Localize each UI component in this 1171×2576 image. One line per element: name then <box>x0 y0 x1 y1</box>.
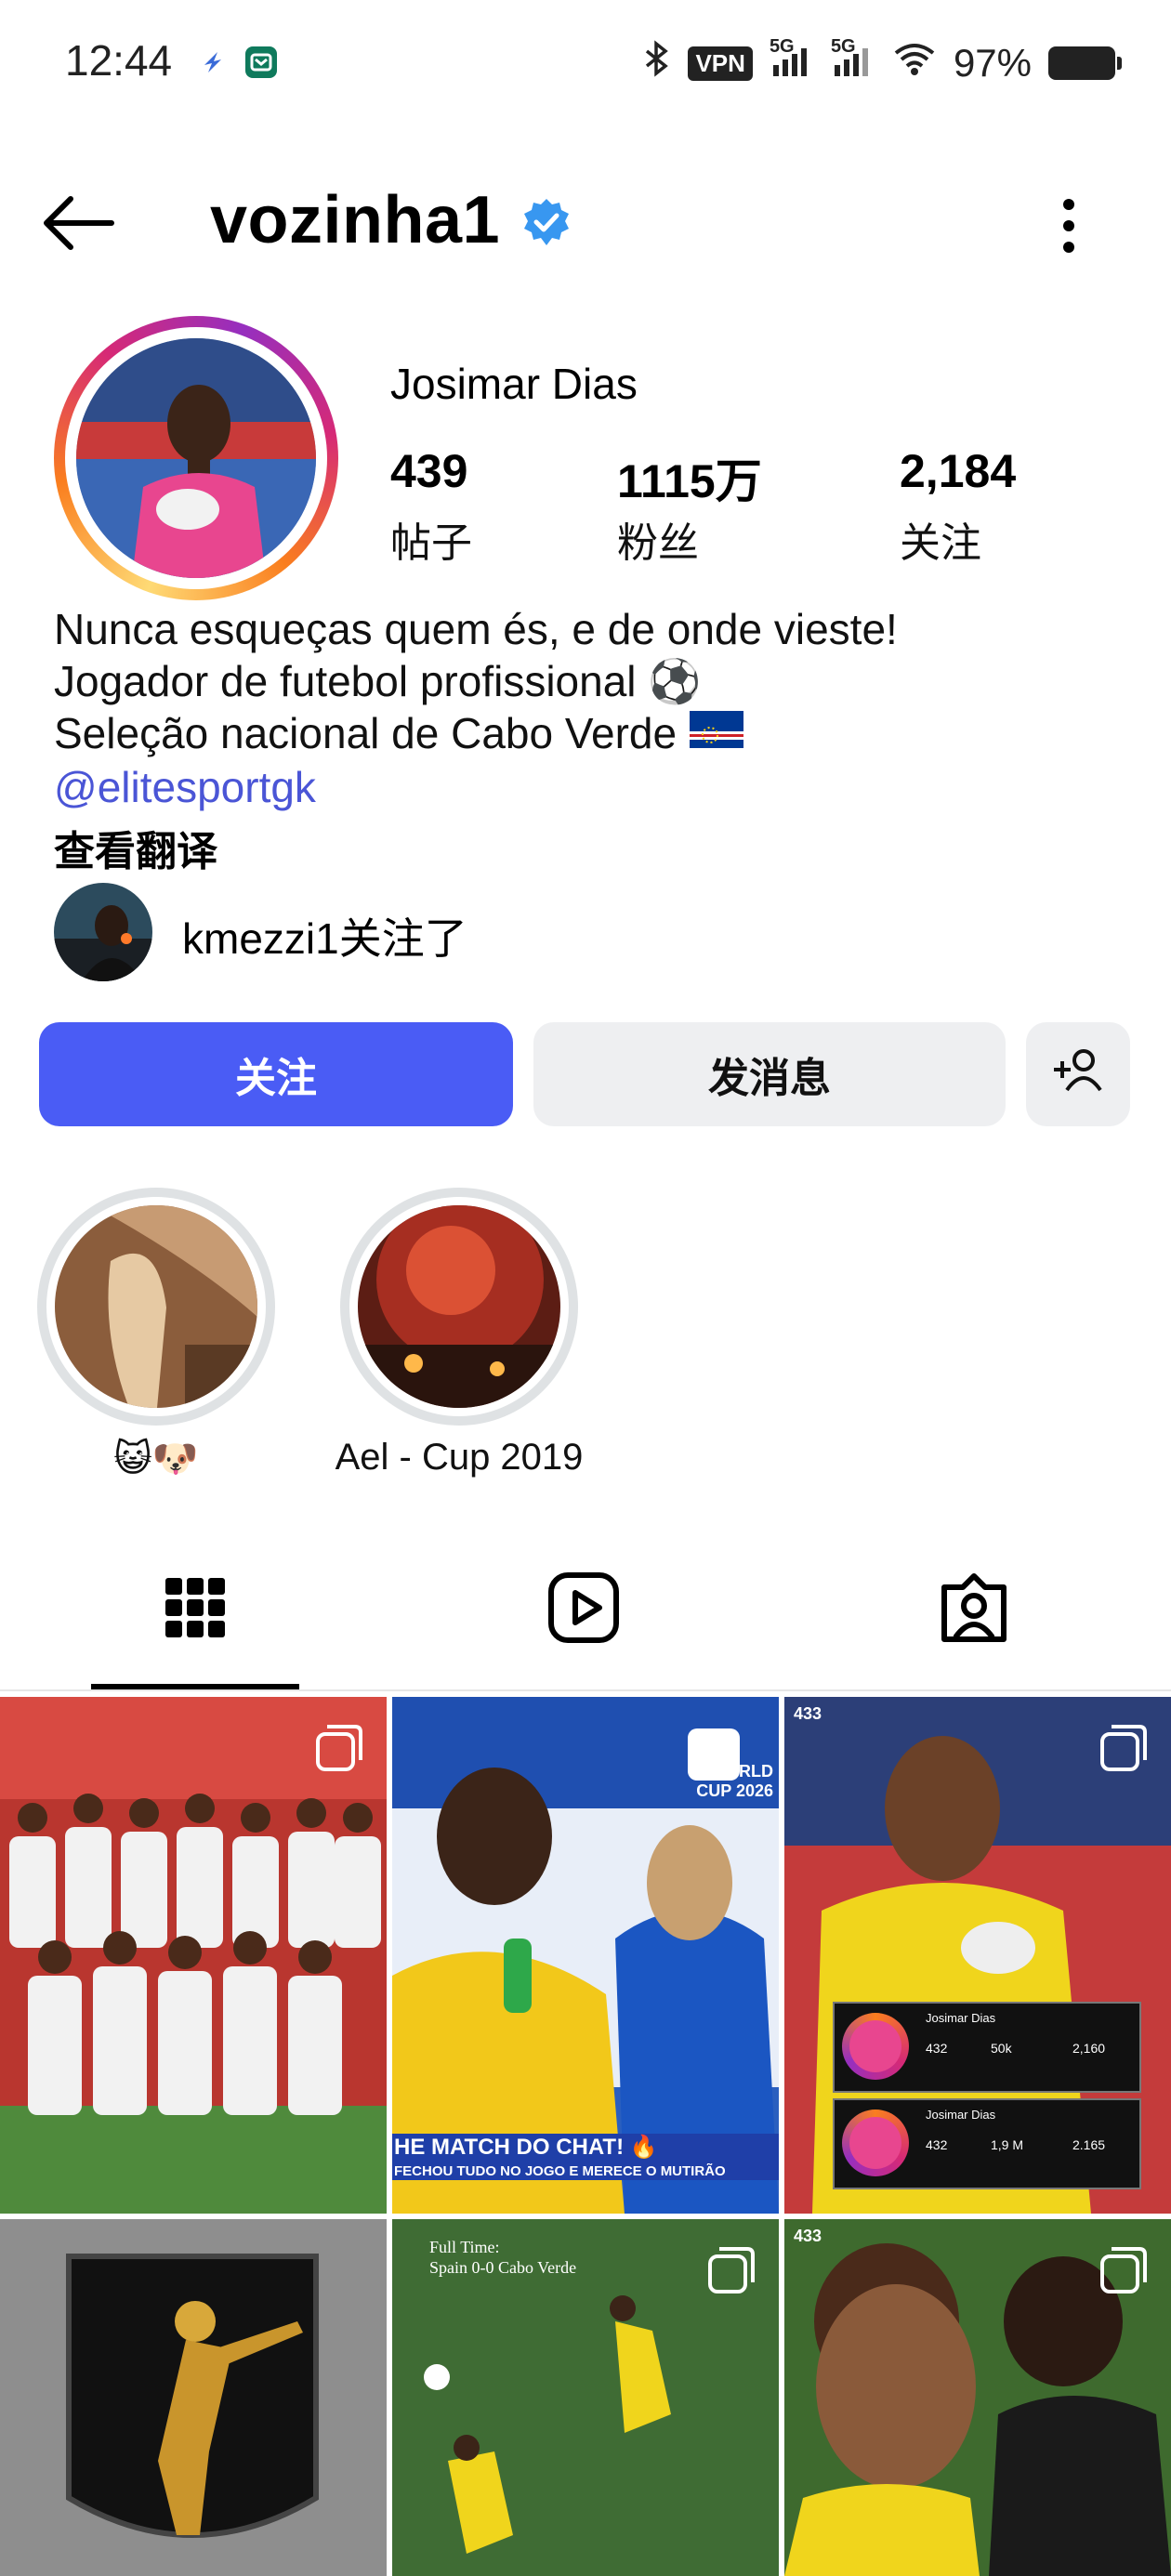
bio-link[interactable]: @elitesportgk <box>54 762 316 812</box>
watermark: 433 <box>794 1704 822 1723</box>
tab-reels[interactable] <box>546 1571 621 1645</box>
profile-card-2: Josimar Dias 432 1,9 M 2.165 <box>833 2098 1141 2189</box>
avatar[interactable] <box>76 338 316 578</box>
carousel-icon <box>704 2243 758 2297</box>
back-arrow-icon[interactable] <box>37 191 121 256</box>
wifi-icon <box>892 40 937 86</box>
message-button[interactable]: 发消息 <box>533 1022 1006 1126</box>
profile-card-1: Josimar Dias 432 50k 2,160 <box>833 2002 1141 2093</box>
post-tile-3[interactable]: 433 Josimar Dias 432 50k 2,160 Josimar D… <box>784 1697 1171 2214</box>
followers-label[interactable]: 粉丝 <box>617 509 699 569</box>
watermark: 433 <box>794 2227 822 2245</box>
bio-line-3-text: Seleção nacional de Cabo Verde <box>54 709 678 757</box>
post-tile-1[interactable] <box>0 1697 387 2214</box>
more-options-icon[interactable] <box>1041 195 1097 256</box>
carousel-icon <box>312 1721 366 1775</box>
add-user-icon <box>1050 1045 1106 1104</box>
following-count[interactable]: 2,184 <box>900 444 1016 498</box>
tab-posts[interactable] <box>158 1571 232 1645</box>
carousel-icon <box>1097 1721 1151 1775</box>
signal-icon-1: 5G <box>770 37 814 84</box>
tab-tagged[interactable] <box>937 1571 1011 1645</box>
following-label[interactable]: 关注 <box>900 509 981 569</box>
status-icons: VPN 5G 5G 97% <box>643 37 1122 89</box>
post-tile-2[interactable]: WORLD CUP 2026 HE MATCH DO CHAT! 🔥 FECHO… <box>392 1697 779 2214</box>
battery-icon <box>1048 46 1122 80</box>
highlight-2[interactable] <box>340 1188 578 1426</box>
page-title: vozinha1 <box>210 183 501 257</box>
suggest-users-button[interactable] <box>1026 1022 1130 1126</box>
notification-app-icon <box>197 46 229 78</box>
post-tile-5[interactable]: Full Time: Spain 0-0 Cabo Verde <box>392 2219 779 2576</box>
reels-icon <box>546 1572 621 1649</box>
display-name: Josimar Dias <box>390 360 638 408</box>
followers-count[interactable]: 1115万 <box>617 444 762 511</box>
posts-count[interactable]: 439 <box>390 444 467 498</box>
highlight-2-label: Ael - Cup 2019 <box>335 1437 584 1478</box>
world-cup-badge: WORLD CUP 2026 <box>696 1762 773 1800</box>
post-5-caption-1: Full Time: <box>429 2238 500 2256</box>
verified-badge-icon <box>520 197 572 249</box>
see-translation-link[interactable]: 查看翻译 <box>54 818 217 877</box>
bluetooth-icon <box>643 40 671 86</box>
followed-by-text[interactable]: kmezzi1关注了 <box>182 905 467 966</box>
vpn-badge: VPN <box>688 46 753 81</box>
post-2-subcaption: FECHOU TUDO NO JOGO E MERECE O MUTIRÃO <box>394 2163 726 2179</box>
status-time: 12:44 <box>65 36 173 85</box>
signal-icon-2: 5G <box>831 37 875 84</box>
follow-button[interactable]: 关注 <box>39 1022 513 1126</box>
bio-line-2: Jogador de futebol profissional ⚽ <box>54 657 702 705</box>
bio-line-3: Seleção nacional de Cabo Verde <box>54 708 744 758</box>
post-5-caption-2: Spain 0-0 Cabo Verde <box>429 2258 577 2277</box>
highlight-1[interactable] <box>37 1188 275 1426</box>
post-2-caption: HE MATCH DO CHAT! 🔥 <box>394 2135 658 2160</box>
carousel-icon <box>1097 2243 1151 2297</box>
tab-divider <box>0 1689 1171 1691</box>
mutual-follower-avatar[interactable] <box>54 883 152 981</box>
tagged-icon <box>937 1573 1011 1649</box>
post-tile-6[interactable]: 433 <box>784 2219 1171 2576</box>
post-tile-4[interactable] <box>0 2219 387 2576</box>
cabo-verde-flag-icon <box>690 708 744 758</box>
battery-percent: 97% <box>953 41 1032 85</box>
posts-label[interactable]: 帖子 <box>390 509 472 569</box>
highlight-1-label: 😺🐶 <box>113 1439 199 1479</box>
bio-line-1: Nunca esqueças quem és, e de onde vieste… <box>54 605 898 653</box>
grid-icon <box>158 1578 232 1649</box>
notification-app-icon-2 <box>245 46 277 78</box>
